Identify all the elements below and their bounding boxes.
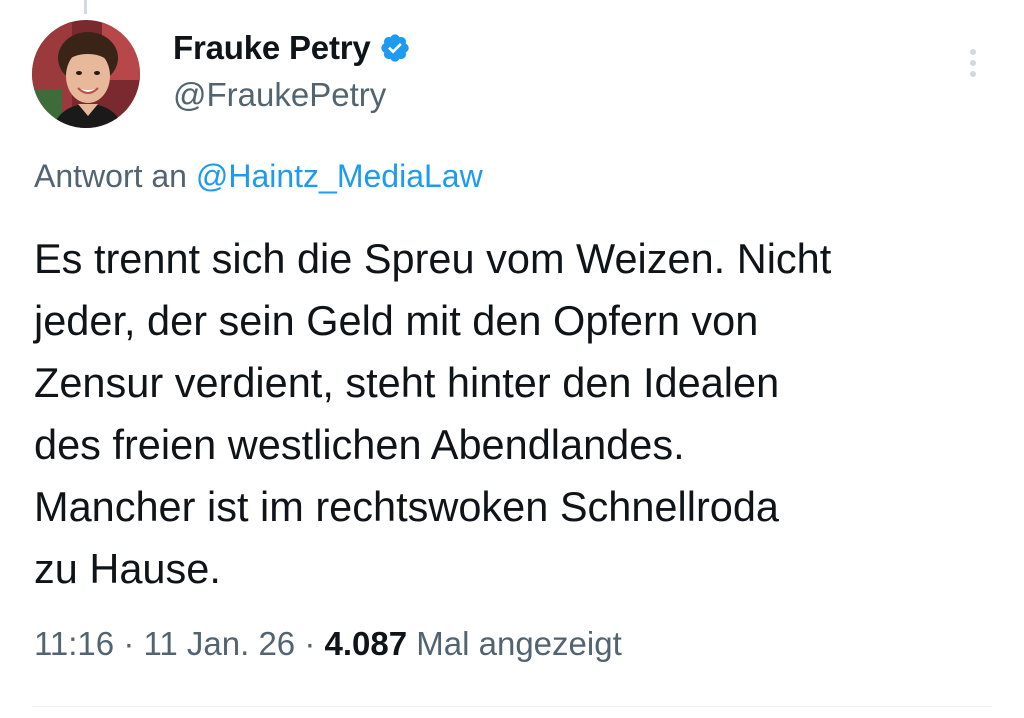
tweet-text-line: des freien westlichen Abendlandes.: [34, 421, 685, 468]
views-count[interactable]: 4.087: [325, 625, 408, 662]
author-names: Frauke Petry @FraukePetry: [173, 28, 411, 114]
tweet-text: Es trennt sich die Spreu vom Weizen. Nic…: [34, 228, 994, 600]
thread-connector-line: [84, 0, 87, 14]
tweet-time[interactable]: 11:16: [34, 625, 114, 662]
reply-context: Antwort an @Haintz_MediaLaw: [34, 158, 483, 195]
meta-separator: ·: [304, 625, 316, 662]
avatar-image: [32, 20, 140, 128]
more-options-icon[interactable]: [968, 46, 978, 86]
verified-badge-icon[interactable]: [379, 32, 411, 64]
divider: [32, 706, 992, 707]
reply-mention-link[interactable]: @Haintz_MediaLaw: [196, 158, 483, 194]
tweet-meta: 11:16 · 11 Jan. 26 · 4.087 Mal angezeigt: [34, 625, 622, 663]
meta-separator: ·: [123, 625, 135, 662]
author-handle[interactable]: @FraukePetry: [173, 76, 411, 114]
tweet-text-line: zu Hause.: [34, 545, 221, 592]
tweet-text-line: jeder, der sein Geld mit den Opfern von: [34, 297, 759, 344]
name-row: Frauke Petry: [173, 28, 411, 68]
tweet-header: Frauke Petry @FraukePetry: [32, 20, 992, 132]
tweet-text-line: Es trennt sich die Spreu vom Weizen. Nic…: [34, 235, 832, 282]
tweet-text-line: Zensur verdient, steht hinter den Ideale…: [34, 359, 780, 406]
tweet-text-line: Mancher ist im rechtswoken Schnellroda: [34, 483, 780, 530]
views-label: Mal angezeigt: [416, 625, 622, 662]
avatar[interactable]: [32, 20, 140, 128]
display-name[interactable]: Frauke Petry: [173, 29, 371, 67]
tweet-date[interactable]: 11 Jan. 26: [143, 625, 295, 662]
reply-prefix: Antwort an: [34, 158, 187, 194]
